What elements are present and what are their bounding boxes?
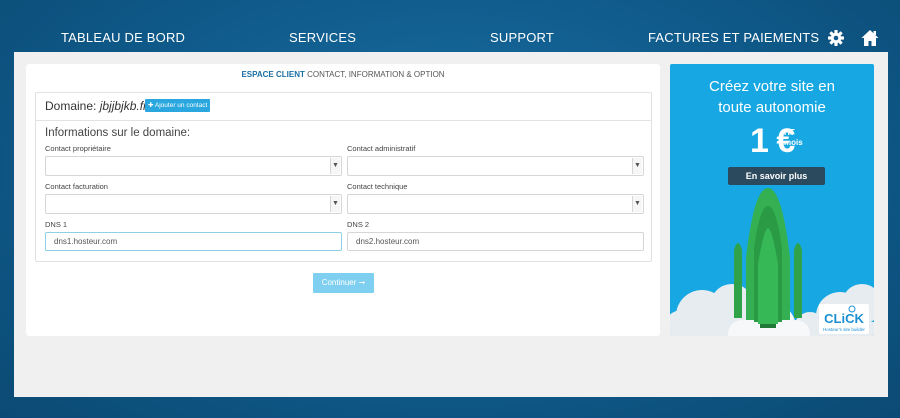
domain-header: Domaine: jbjjbjkb.fr ✚ Ajouter un contac… (36, 93, 651, 121)
chevron-down-icon: ▼ (330, 196, 340, 212)
admin-contact-label: Contact administratif (347, 144, 416, 153)
top-navigation: TABLEAU DE BORD SERVICES SUPPORT FACTURE… (0, 0, 900, 52)
main-container: ESPACE CLIENT CONTACT, INFORMATION & OPT… (14, 52, 888, 397)
dns2-input[interactable]: dns2.hosteur.com (347, 232, 644, 251)
billing-contact-label: Contact facturation (45, 182, 108, 191)
domain-label: Domaine: jbjjbjkb.fr (45, 99, 147, 113)
ad-title-line2: toute autonomie (718, 99, 826, 116)
ad-price: 1 € HT mois (750, 122, 803, 160)
admin-contact-select[interactable]: ▼ (347, 156, 644, 176)
site-builder-ad[interactable]: Créez votre site en toute autonomie 1 € … (670, 64, 874, 336)
owner-contact-select[interactable]: ▼ (45, 156, 342, 176)
form-breadcrumb: ESPACE CLIENT CONTACT, INFORMATION & OPT… (26, 70, 660, 79)
nav-services[interactable]: SERVICES (289, 30, 356, 45)
chevron-down-icon: ▼ (632, 196, 642, 212)
ad-title-line1: Créez votre site en (709, 78, 835, 95)
home-icon[interactable] (860, 28, 880, 48)
ad-price-unit: HT mois (784, 128, 803, 148)
form-card: ESPACE CLIENT CONTACT, INFORMATION & OPT… (26, 64, 660, 336)
billing-contact-select[interactable]: ▼ (45, 194, 342, 214)
nav-support[interactable]: SUPPORT (490, 30, 554, 45)
ad-title: Créez votre site en toute autonomie (670, 76, 874, 118)
click-logo-text: CLiCK (824, 311, 864, 326)
dns2-label: DNS 2 (347, 220, 370, 229)
breadcrumb-espace-client: ESPACE CLIENT (241, 70, 305, 79)
chevron-down-icon: ▼ (330, 158, 340, 174)
ad-learn-more-button[interactable]: En savoir plus (728, 167, 825, 185)
chevron-down-icon: ▼ (632, 158, 642, 174)
nav-factures-et-paiements[interactable]: FACTURES ET PAIEMENTS (648, 30, 819, 45)
tech-contact-label: Contact technique (347, 182, 408, 191)
click-logo-subtitle: Hosteur's site builder (823, 327, 865, 332)
add-contact-button[interactable]: ✚ Ajouter un contact (145, 99, 211, 112)
dns1-label: DNS 1 (45, 220, 68, 229)
domain-label-text: Domaine: (45, 99, 100, 113)
nav-tableau-de-bord[interactable]: TABLEAU DE BORD (61, 30, 185, 45)
gear-icon[interactable] (826, 28, 846, 48)
section-title: Informations sur le domaine: (45, 127, 191, 139)
domain-name: jbjjbjkb.fr (99, 99, 148, 113)
owner-contact-label: Contact propriétaire (45, 144, 111, 153)
continue-button[interactable]: Continuer ➞ (313, 273, 374, 293)
dns1-input[interactable]: dns1.hosteur.com (45, 232, 342, 251)
domain-panel: Domaine: jbjjbjkb.fr ✚ Ajouter un contac… (35, 92, 652, 262)
ad-price-ht: HT (784, 128, 795, 137)
ad-price-period: mois (784, 138, 803, 147)
breadcrumb-current: CONTACT, INFORMATION & OPTION (304, 70, 445, 79)
tech-contact-select[interactable]: ▼ (347, 194, 644, 214)
